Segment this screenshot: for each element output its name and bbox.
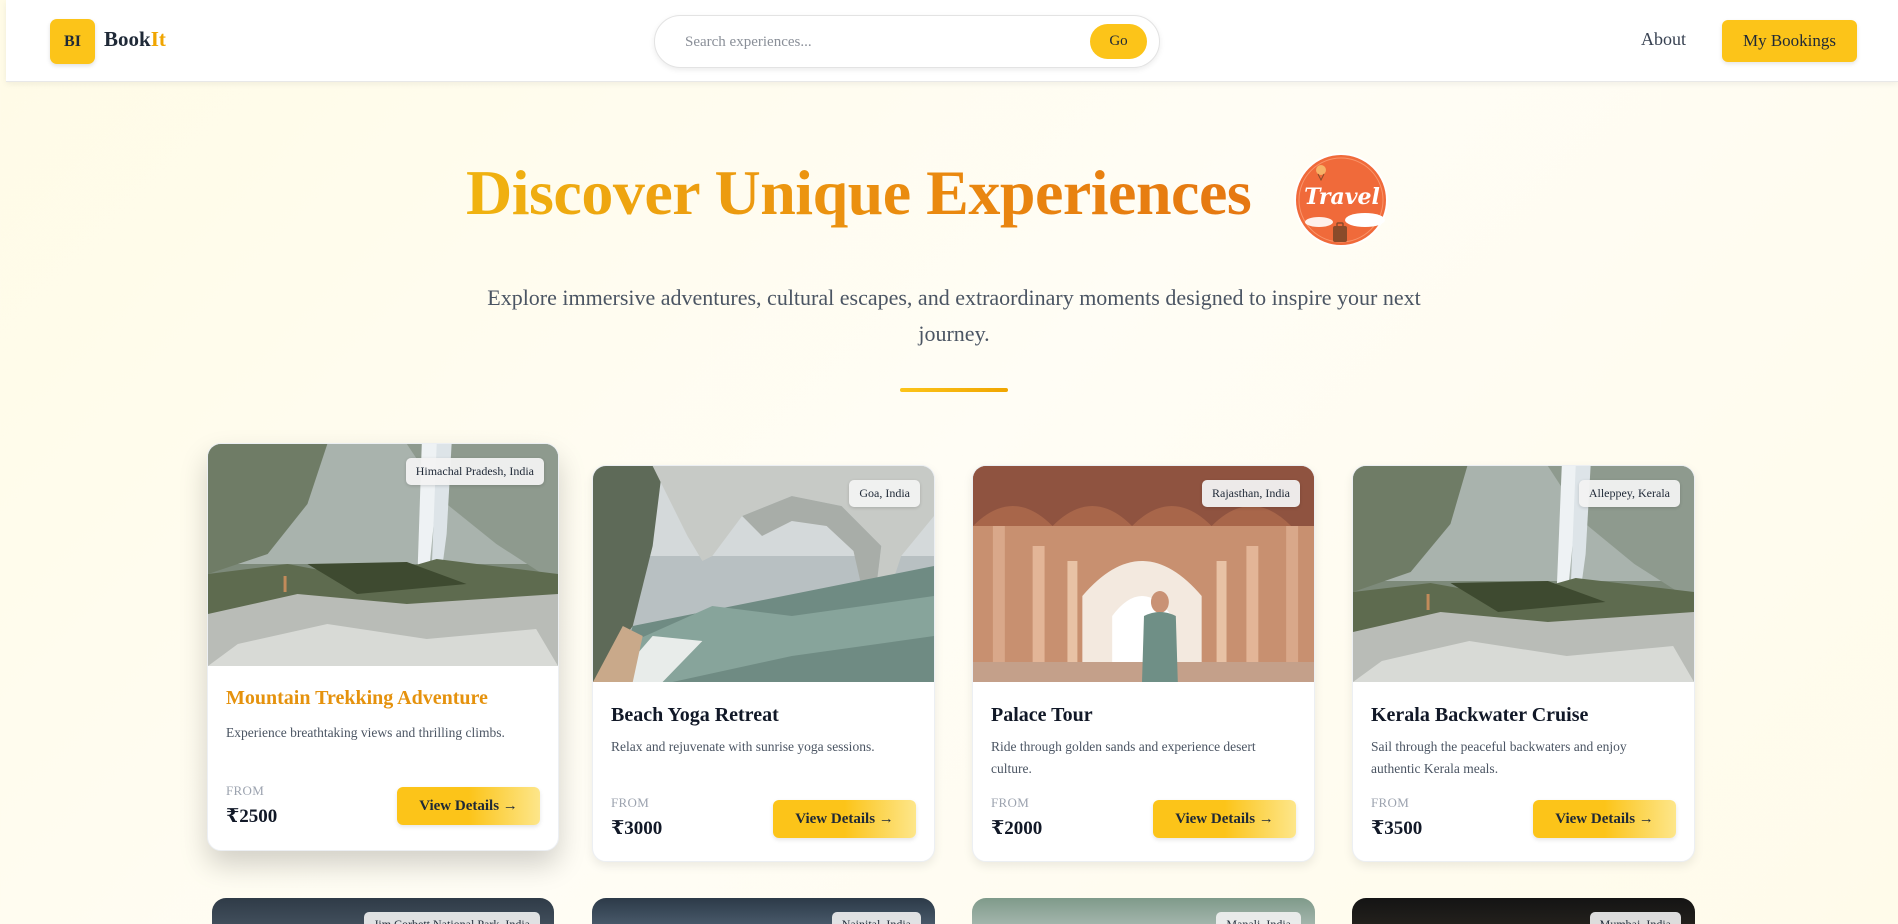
badge-text: Travel bbox=[1304, 184, 1380, 210]
card-price: ₹2500 bbox=[226, 806, 278, 827]
card-title[interactable]: Mountain Trekking Adventure bbox=[226, 687, 488, 710]
location-tag: Nainital, India bbox=[831, 912, 921, 924]
experience-card-peek[interactable]: Mumbai, India bbox=[1352, 898, 1695, 924]
card-image: Rajasthan, India bbox=[973, 466, 1314, 682]
nav-about-link[interactable]: About bbox=[1641, 29, 1686, 50]
card-description: Relax and rejuvenate with sunrise yoga s… bbox=[611, 739, 875, 754]
card-image: Alleppey, Kerala bbox=[1353, 466, 1694, 682]
card-price: ₹3000 bbox=[611, 818, 663, 839]
view-details-button[interactable]: View Details → bbox=[773, 800, 916, 838]
from-label: FROM bbox=[991, 795, 1030, 810]
brand-name[interactable]: BookIt bbox=[104, 27, 166, 52]
card-image: Himachal Pradesh, India bbox=[208, 444, 558, 666]
card-description: Ride through golden sands and experience… bbox=[991, 739, 1256, 776]
from-label: FROM bbox=[226, 783, 265, 798]
brand-accent: It bbox=[150, 27, 166, 51]
card-title[interactable]: Kerala Backwater Cruise bbox=[1371, 704, 1588, 727]
search-go-button[interactable]: Go bbox=[1090, 24, 1147, 59]
hero-title: Discover Unique Experiences bbox=[466, 156, 1286, 230]
location-tag: Alleppey, Kerala bbox=[1578, 480, 1680, 507]
hero-divider bbox=[900, 388, 1008, 392]
view-details-button[interactable]: View Details → bbox=[397, 787, 540, 825]
experience-card[interactable]: Himachal Pradesh, India Mountain Trekkin… bbox=[207, 443, 559, 851]
location-tag: Rajasthan, India bbox=[1202, 480, 1300, 507]
card-image: Goa, India bbox=[593, 466, 934, 682]
card-title[interactable]: Palace Tour bbox=[991, 704, 1093, 727]
top-navbar: BI BookIt Go About My Bookings bbox=[6, 0, 1898, 82]
from-label: FROM bbox=[611, 795, 650, 810]
search-input[interactable] bbox=[685, 28, 1075, 56]
location-tag: Manali, India bbox=[1216, 912, 1301, 924]
card-price: ₹2000 bbox=[991, 818, 1043, 839]
location-tag: Goa, India bbox=[849, 480, 920, 507]
card-price: ₹3500 bbox=[1371, 818, 1423, 839]
my-bookings-button[interactable]: My Bookings bbox=[1722, 20, 1857, 62]
card-description: Experience breathtaking views and thrill… bbox=[226, 725, 505, 740]
view-details-button[interactable]: View Details → bbox=[1153, 800, 1296, 838]
experience-card-peek[interactable]: Nainital, India bbox=[592, 898, 935, 924]
hero-subtitle: Explore immersive adventures, cultural e… bbox=[487, 285, 1421, 346]
view-details-button[interactable]: View Details → bbox=[1533, 800, 1676, 838]
experience-card[interactable]: Alleppey, Kerala Kerala Backwater Cruise… bbox=[1352, 465, 1695, 862]
from-label: FROM bbox=[1371, 795, 1410, 810]
search-bar: Go bbox=[654, 15, 1160, 68]
brand-main: Book bbox=[104, 27, 151, 51]
experience-card-peek[interactable]: Manali, India bbox=[972, 898, 1315, 924]
experience-card-peek[interactable]: Jim Corbett National Park, India bbox=[212, 898, 554, 924]
travel-badge-icon: Travel bbox=[1291, 150, 1391, 250]
experience-card[interactable]: Goa, India Beach Yoga Retreat Relax and … bbox=[592, 465, 935, 862]
location-tag: Mumbai, India bbox=[1589, 912, 1681, 924]
location-tag: Himachal Pradesh, India bbox=[405, 458, 544, 485]
location-tag: Jim Corbett National Park, India bbox=[363, 912, 540, 924]
logo-icon[interactable]: BI bbox=[50, 19, 95, 64]
card-description: Sail through the peaceful backwaters and… bbox=[1371, 739, 1627, 776]
experience-card[interactable]: Rajasthan, India Palace Tour Ride throug… bbox=[972, 465, 1315, 862]
card-title[interactable]: Beach Yoga Retreat bbox=[611, 704, 779, 727]
